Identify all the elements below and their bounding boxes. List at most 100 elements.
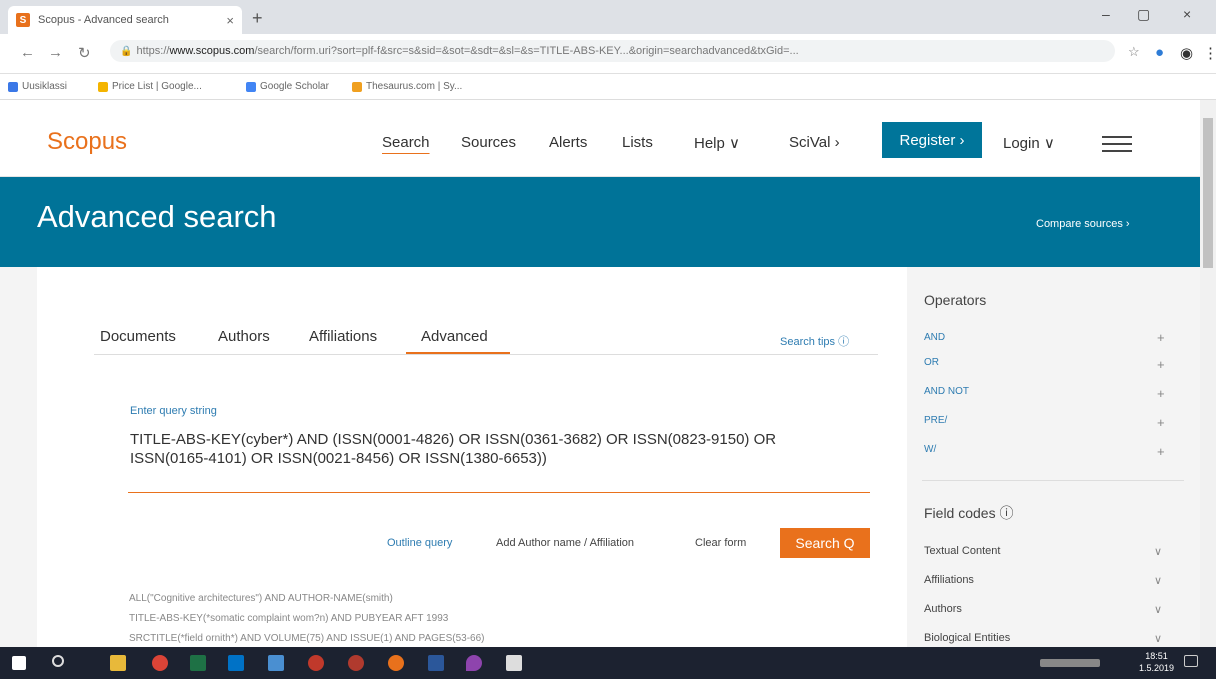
url-host: www.scopus.com <box>169 45 255 57</box>
outline-query-link[interactable]: Outline query <box>387 537 452 549</box>
operator-w[interactable]: W/ <box>924 444 936 455</box>
profile-icon[interactable]: ◉ <box>1180 44 1193 62</box>
outlook-icon[interactable] <box>228 655 244 671</box>
search-tips-link[interactable]: Search tips ⓘ <box>780 333 849 349</box>
compare-sources-link[interactable]: Compare sources › <box>1036 218 1130 230</box>
query-label: Enter query string <box>130 405 217 417</box>
browser-tab-bar: S Scopus - Advanced search × + – ▢ × <box>0 0 1216 34</box>
reload-icon[interactable]: ↻ <box>78 44 91 62</box>
operator-and[interactable]: AND <box>924 332 945 343</box>
chrome-icon[interactable] <box>152 655 168 671</box>
operator-pre[interactable]: PRE/ <box>924 415 947 426</box>
add-operator-icon[interactable]: + <box>1157 444 1165 459</box>
windows-start-icon[interactable] <box>12 656 26 670</box>
bookmark-item[interactable]: Uusiklassi <box>8 81 67 92</box>
page-banner: Advanced search Compare sources › <box>0 177 1200 267</box>
photos-icon[interactable] <box>506 655 522 671</box>
add-operator-icon[interactable]: + <box>1157 330 1165 345</box>
browser-tab[interactable]: S Scopus - Advanced search × <box>8 6 242 34</box>
url-input[interactable]: 🔒 https://www.scopus.com/search/form.uri?… <box>110 40 1115 62</box>
chevron-down-icon[interactable]: ∨ <box>1154 632 1162 645</box>
bookmarks-bar: Uusiklassi Price List | Google... Google… <box>0 74 1216 100</box>
word-icon[interactable] <box>428 655 444 671</box>
add-author-link[interactable]: Add Author name / Affiliation <box>496 537 634 549</box>
sidebar-divider <box>922 480 1184 481</box>
maximize-icon[interactable]: ▢ <box>1137 6 1150 23</box>
search-button[interactable]: Search Q <box>780 528 870 558</box>
maps-icon[interactable] <box>466 655 482 671</box>
url-path: /search/form.uri?sort=plf-f&src=s&sid=&s… <box>254 45 799 57</box>
new-tab-button[interactable]: + <box>252 8 263 29</box>
notifications-icon[interactable] <box>1184 655 1198 667</box>
tab-close-icon[interactable]: × <box>226 13 234 28</box>
taskbar-clock[interactable]: 18:51 1.5.2019 <box>1139 650 1174 674</box>
nav-alerts[interactable]: Alerts <box>549 134 587 151</box>
lock-icon: 🔒 <box>120 46 133 57</box>
system-tray-icon[interactable] <box>1040 659 1100 667</box>
star-icon[interactable]: ☆ <box>1128 44 1140 60</box>
minimize-icon[interactable]: – <box>1102 6 1110 22</box>
site-header: Scopus Search Sources Alerts Lists Help … <box>0 100 1200 177</box>
apps-icon <box>8 81 18 92</box>
clock-time: 18:51 <box>1145 651 1168 661</box>
field-code-item[interactable]: Biological Entities <box>924 632 1010 644</box>
chevron-down-icon[interactable]: ∨ <box>1154 603 1162 616</box>
query-underline <box>128 492 870 493</box>
url-prefix: https:// <box>136 45 170 57</box>
search-icon[interactable] <box>52 655 64 667</box>
app-icon[interactable] <box>308 655 324 671</box>
bookmark-item[interactable]: Google Scholar <box>246 81 329 92</box>
tab-authors[interactable]: Authors <box>218 328 270 345</box>
excel-icon[interactable] <box>190 655 206 671</box>
bookmark-item[interactable]: Thesaurus.com | Sy... <box>352 81 462 92</box>
windows-taskbar: 18:51 1.5.2019 <box>0 647 1216 679</box>
field-code-item[interactable]: Textual Content <box>924 545 1000 557</box>
operator-and-not[interactable]: AND NOT <box>924 386 969 397</box>
app-icon[interactable] <box>268 655 284 671</box>
back-icon[interactable]: ← <box>20 44 35 61</box>
scrollbar-thumb[interactable] <box>1203 118 1213 268</box>
chevron-down-icon[interactable]: ∨ <box>1154 574 1162 587</box>
register-button[interactable]: Register › <box>882 122 982 158</box>
tab-affiliations[interactable]: Affiliations <box>309 328 377 345</box>
nav-scival[interactable]: SciVal › <box>789 134 840 151</box>
example-query: SRCTITLE(*field ornith*) AND VOLUME(75) … <box>129 633 485 644</box>
field-codes-title: Field codes ⓘ <box>924 505 1014 521</box>
tab-title: Scopus - Advanced search <box>38 14 169 26</box>
clock-date: 1.5.2019 <box>1139 663 1175 673</box>
forward-icon[interactable]: → <box>48 44 63 61</box>
app-icon[interactable] <box>388 655 404 671</box>
bookmark-item[interactable]: Price List | Google... <box>98 81 202 92</box>
chevron-down-icon[interactable]: ∨ <box>1154 545 1162 558</box>
window-close-icon[interactable]: × <box>1183 6 1191 22</box>
tab-documents[interactable]: Documents <box>100 328 176 345</box>
add-operator-icon[interactable]: + <box>1157 415 1165 430</box>
add-operator-icon[interactable]: + <box>1157 386 1165 401</box>
menu-dots-icon[interactable]: ⋮ <box>1203 44 1216 62</box>
operators-title: Operators <box>924 292 987 308</box>
tab-advanced[interactable]: Advanced <box>421 328 488 345</box>
file-explorer-icon[interactable] <box>110 655 126 671</box>
scopus-logo[interactable]: Scopus <box>47 128 127 156</box>
field-code-item[interactable]: Affiliations <box>924 574 974 586</box>
example-query: ALL("Cognitive architectures") AND AUTHO… <box>129 593 393 604</box>
google-scholar-icon <box>246 81 256 92</box>
nav-lists[interactable]: Lists <box>622 134 653 151</box>
extension-icon[interactable]: ● <box>1155 44 1164 61</box>
nav-sources[interactable]: Sources <box>461 134 516 151</box>
add-operator-icon[interactable]: + <box>1157 357 1165 372</box>
address-bar-row: ← → ↻ 🔒 https://www.scopus.com/search/for… <box>0 34 1216 74</box>
operator-or[interactable]: OR <box>924 357 939 368</box>
nav-help[interactable]: Help ∨ <box>694 134 740 152</box>
field-code-item[interactable]: Authors <box>924 603 962 615</box>
example-query: TITLE-ABS-KEY(*somatic complaint wom?n) … <box>129 613 449 624</box>
clear-form-link[interactable]: Clear form <box>695 537 746 549</box>
hamburger-menu-icon[interactable] <box>1102 136 1132 157</box>
query-line: ISSN(0165-4101) OR ISSN(0021-8456) OR IS… <box>130 450 547 467</box>
app-icon[interactable] <box>348 655 364 671</box>
login-button[interactable]: Login ∨ <box>1003 134 1055 152</box>
query-input[interactable]: TITLE-ABS-KEY(cyber*) AND (ISSN(0001-482… <box>130 430 870 468</box>
google-docs-icon <box>98 81 108 92</box>
nav-search[interactable]: Search <box>382 134 430 151</box>
thesaurus-icon <box>352 81 362 92</box>
